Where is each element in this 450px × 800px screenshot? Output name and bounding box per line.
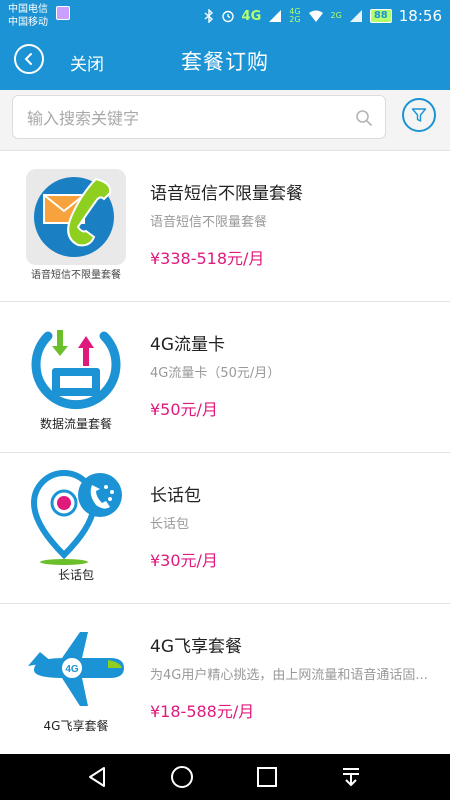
- package-thumbnail: 语音短信不限量套餐: [24, 165, 128, 285]
- package-price: ¥18-588元/月: [150, 702, 255, 721]
- package-thumbnail: 长话包: [24, 467, 128, 587]
- package-item-data[interactable]: 数据流量套餐 4G流量卡 4G流量卡（50元/月） ¥50元/月: [0, 302, 450, 453]
- package-subtitle: 4G流量卡（50元/月）: [150, 366, 281, 381]
- back-triangle-icon[interactable]: [86, 765, 108, 789]
- alarm-icon: [221, 10, 234, 23]
- thumbnail-caption: 4G飞享套餐: [43, 719, 109, 733]
- 4g-badge: 4G: [65, 664, 79, 675]
- network-small-labels: 4G 2G: [289, 8, 300, 24]
- package-title: 4G流量卡: [150, 335, 225, 355]
- battery-indicator: 88: [369, 9, 392, 23]
- title-bar: 关闭 套餐订购: [0, 32, 450, 90]
- bluetooth-icon: [204, 9, 213, 23]
- network-small-3: 2G: [330, 11, 342, 20]
- recents-square-icon[interactable]: [256, 765, 278, 789]
- package-title: 4G飞享套餐: [150, 637, 242, 657]
- thumbnail-caption: 语音短信不限量套餐: [31, 270, 121, 281]
- package-title: 长话包: [150, 486, 201, 506]
- thumbnail-caption: 长话包: [57, 568, 94, 582]
- signal-icon-2: [349, 10, 362, 22]
- network-small-2: 2G: [289, 15, 301, 24]
- package-price: ¥50元/月: [150, 400, 218, 419]
- package-item-long-distance[interactable]: 长话包 长话包 长话包 ¥30元/月: [0, 453, 450, 604]
- carrier-2: 中国移动: [8, 17, 48, 28]
- page-title: 套餐订购: [181, 50, 269, 74]
- filter-icon: [411, 108, 427, 122]
- thumbnail-caption: 数据流量套餐: [39, 417, 112, 431]
- wifi-icon: [308, 10, 323, 22]
- package-subtitle: 为4G用户精心挑选，由上网流量和语音通话固...: [150, 668, 428, 683]
- package-thumbnail: 4G 4G飞享套餐: [24, 618, 128, 738]
- status-bar: 中国电信 中国移动 4G 4G 2G 2G 88 18:56: [0, 0, 450, 32]
- search-input[interactable]: [25, 104, 349, 132]
- clock: 18:56: [398, 7, 442, 25]
- notification-icon: [56, 6, 70, 20]
- filter-button[interactable]: [402, 98, 436, 132]
- package-list: 语音短信不限量套餐 语音短信不限量套餐 语音短信不限量套餐 ¥338-518元/…: [0, 151, 450, 755]
- carrier-1: 中国电信: [8, 4, 48, 15]
- package-title: 语音短信不限量套餐: [150, 184, 303, 204]
- search-box[interactable]: [12, 95, 386, 139]
- carrier-info: 中国电信 中国移动: [8, 3, 48, 29]
- package-price: ¥338-518元/月: [150, 249, 265, 268]
- package-price: ¥30元/月: [150, 551, 218, 570]
- package-item-4g[interactable]: 4G 4G飞享套餐 4G飞享套餐 为4G用户精心挑选，由上网流量和语音通话固..…: [0, 604, 450, 755]
- network-type: 4G: [241, 8, 262, 24]
- package-subtitle: 语音短信不限量套餐: [150, 215, 268, 230]
- navigation-bar: [0, 754, 450, 800]
- notification-pull-icon[interactable]: [340, 765, 362, 789]
- signal-icon-1: [269, 10, 282, 22]
- package-subtitle: 长话包: [150, 517, 190, 532]
- package-thumbnail: 数据流量套餐: [24, 316, 128, 436]
- status-icons: 4G 4G 2G 2G 88 18:56: [204, 0, 442, 32]
- package-item-voice-sms[interactable]: 语音短信不限量套餐 语音短信不限量套餐 语音短信不限量套餐 ¥338-518元/…: [0, 151, 450, 302]
- home-circle-icon[interactable]: [170, 765, 194, 789]
- search-area: [0, 90, 450, 151]
- search-icon[interactable]: [355, 109, 373, 127]
